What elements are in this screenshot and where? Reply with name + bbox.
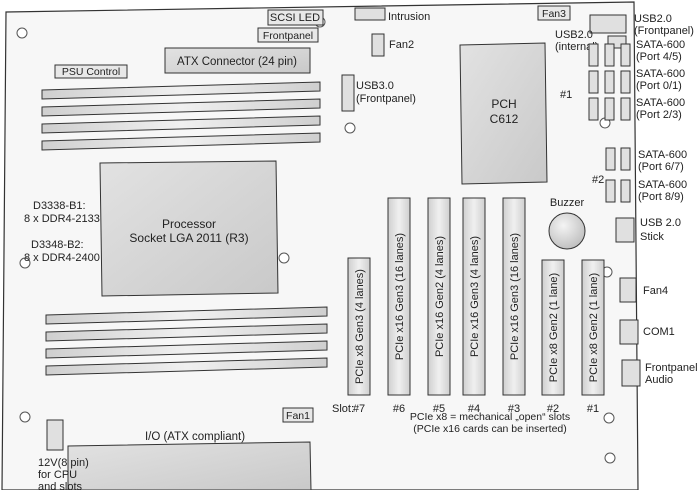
- pch-label-2: C612: [490, 112, 519, 126]
- fan1-label: Fan1: [286, 410, 310, 422]
- frontpanel-audio-label-1: Frontpanel: [645, 362, 698, 374]
- frontpanel-audio-connector: [621, 359, 641, 387]
- d3338-label-2: 8 x DDR4-2133: [24, 213, 100, 225]
- usb2-stick-port: [615, 217, 635, 243]
- pcie-slot-number: #6: [393, 403, 405, 415]
- fan3-label: Fan3: [542, 8, 566, 20]
- usb2-frontpanel-label-2: (Frontpanel): [634, 25, 694, 37]
- psu-control-label: PSU Control: [62, 66, 120, 78]
- intrusion-label: Intrusion: [388, 11, 430, 23]
- power12v-label-3: and slots: [38, 481, 83, 490]
- pcie-slot-number: #7: [353, 403, 365, 415]
- d3348-label-2: 8 x DDR4-2400: [24, 252, 100, 264]
- usb3-label-1: USB3.0: [356, 80, 394, 92]
- sata-group2-label: #2: [592, 174, 604, 186]
- usb2-frontpanel-label-1: USB2.0: [634, 13, 672, 25]
- usb2-internal-port: [589, 14, 627, 34]
- atx-connector-label: ATX Connector (24 pin): [177, 56, 297, 68]
- sata45-label-2: (Port 4/5): [636, 51, 682, 63]
- slot-prefix-label: Slot:: [332, 403, 354, 415]
- sata89-label-2: (Port 8/9): [638, 191, 684, 203]
- pcie-note-line1: PCIe x8 = mechanical „open“ slots: [410, 411, 570, 423]
- buzzer: [548, 212, 586, 250]
- sata-group1-label: #1: [560, 89, 572, 101]
- buzzer-label: Buzzer: [550, 197, 585, 209]
- usb2-stick-label-1: USB 2.0: [640, 217, 681, 229]
- d3348-label-1: D3348-B2:: [31, 239, 84, 251]
- usb2-stick-label-2: Stick: [640, 231, 664, 243]
- frontpanel-audio-label-2: Audio: [645, 374, 673, 386]
- pcie-slot-label: PCIe x16 Gen2 (4 lanes): [434, 236, 446, 357]
- pcie-slot-label: PCIe x16 Gen3 (4 lanes): [469, 236, 481, 357]
- usb3-label-2: (Frontpanel): [356, 93, 416, 105]
- pcie-slot-label: PCIe x16 Gen3 (16 lanes): [394, 233, 406, 360]
- d3338-label-1: D3338-B1:: [33, 200, 86, 212]
- pcie-note-line2: (PCIe x16 cards can be inserted): [413, 423, 567, 435]
- pcie-slot-number: #1: [587, 403, 599, 415]
- fan2-label: Fan2: [389, 39, 414, 51]
- com1-label: COM1: [643, 326, 675, 338]
- sata01-label-1: SATA-600: [636, 68, 685, 80]
- fan4-connector: [619, 277, 637, 303]
- io-panel: [67, 441, 312, 490]
- sata-group1-ports: [588, 43, 631, 121]
- sata67-label-2: (Port 6/7): [638, 161, 684, 173]
- sata23-label-1: SATA-600: [636, 97, 685, 109]
- pcie-slot-label: PCIe x8 Gen2 (1 lane): [548, 273, 560, 382]
- pch-label-1: PCH: [491, 97, 516, 111]
- sata67-label-1: SATA-600: [638, 149, 687, 161]
- io-label: I/O (ATX compliant): [145, 431, 245, 443]
- fan4-label: Fan4: [643, 285, 668, 297]
- power12v-label-2: for CPU: [38, 469, 77, 481]
- sata45-label-1: SATA-600: [636, 39, 685, 51]
- frontpanel-label: Frontpanel: [263, 30, 313, 42]
- sata01-label-2: (Port 0/1): [636, 80, 682, 92]
- motherboard-diagram: SCSI LED Frontpanel Intrusion Fan2 Fan3 …: [1, 1, 698, 490]
- pcie-slot-label: PCIe x16 Gen3 (16 lanes): [509, 233, 521, 360]
- scsi-led-label: SCSI LED: [270, 12, 320, 24]
- sata89-label-1: SATA-600: [638, 179, 687, 191]
- processor-label-1: Processor: [162, 217, 216, 231]
- com1-connector: [619, 319, 639, 345]
- processor-label-2: Socket LGA 2011 (R3): [129, 231, 248, 245]
- pcie-slot-label: PCIe x8 Gen2 (1 lane): [588, 273, 600, 382]
- power12v-label-1: 12V(8 pin): [38, 457, 89, 469]
- power-12v-connector: [46, 419, 64, 451]
- fan2-connector: [371, 33, 385, 57]
- pcie-slot-label: PCIe x8 Gen3 (4 lanes): [354, 269, 366, 384]
- intrusion-connector: [354, 7, 386, 21]
- sata23-label-2: (Port 2/3): [636, 109, 682, 121]
- usb2-internal-label-1: USB2.0: [555, 29, 593, 41]
- usb3-frontpanel-port: [341, 74, 355, 112]
